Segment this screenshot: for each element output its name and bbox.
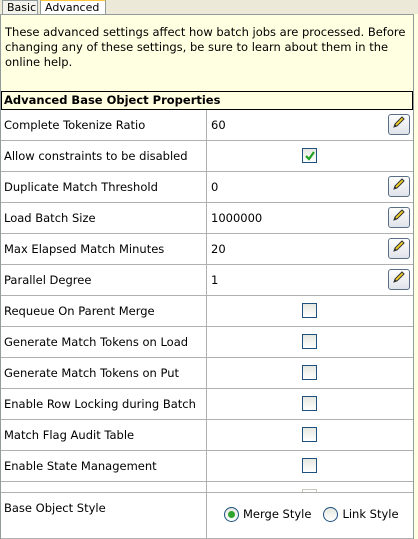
pencil-icon	[392, 110, 406, 140]
base-object-style-radio-group: Merge Style Link Style	[224, 505, 411, 523]
property-row: Generate Match Tokens on Load	[1, 327, 413, 358]
help-text: These advanced settings affect how batch…	[5, 25, 406, 69]
property-value-cell	[207, 141, 413, 171]
link-style-label: Link Style	[342, 507, 399, 521]
property-row: Generate Match Tokens on Put	[1, 358, 413, 389]
property-row: Load Batch Size 1000000	[1, 203, 413, 234]
pencil-icon	[392, 203, 406, 233]
property-label: Complete Tokenize Ratio	[1, 110, 207, 140]
property-row: Match Flag Audit Table	[1, 420, 413, 451]
property-value: 0	[211, 180, 219, 194]
property-value-cell	[207, 420, 413, 450]
property-value: 1	[211, 273, 219, 287]
property-value-cell: 60	[207, 110, 413, 140]
allow-constraints-checkbox[interactable]	[302, 148, 317, 163]
property-label: Generate Match Tokens on Load	[1, 327, 207, 357]
property-label: Generate Match Tokens on Put	[1, 358, 207, 388]
property-label: Parallel Degree	[1, 265, 207, 295]
edit-button[interactable]	[388, 207, 410, 228]
advanced-panel: These advanced settings affect how batch…	[0, 14, 414, 539]
property-row: Enable State Management	[1, 451, 413, 482]
property-row: Parallel Degree 1	[1, 265, 413, 296]
property-label: Enable Row Locking during Batch	[1, 389, 207, 419]
property-row: Allow constraints to be disabled	[1, 141, 413, 172]
edit-button[interactable]	[388, 114, 410, 135]
tab-basic[interactable]: Basic	[2, 0, 38, 14]
property-label: Duplicate Match Threshold	[1, 172, 207, 202]
property-value-cell	[207, 296, 413, 326]
enable-state-management-checkbox[interactable]	[302, 458, 317, 473]
edit-button[interactable]	[388, 269, 410, 290]
tab-advanced[interactable]: Advanced	[40, 0, 106, 15]
property-row: Enable Row Locking during Batch	[1, 389, 413, 420]
property-value-cell	[207, 451, 413, 481]
generate-match-tokens-load-checkbox[interactable]	[302, 334, 317, 349]
section-header: Advanced Base Object Properties	[1, 91, 413, 110]
property-value-cell: 20	[207, 234, 413, 264]
base-object-style-value: Merge Style Link Style	[207, 493, 413, 538]
property-value: 20	[211, 242, 226, 256]
tab-bar: Basic Advanced	[0, 0, 418, 15]
property-value: 1000000	[211, 211, 263, 225]
property-label: Max Elapsed Match Minutes	[1, 234, 207, 264]
base-object-style-label: Base Object Style	[1, 493, 207, 538]
property-value-cell: 1000000	[207, 203, 413, 233]
enable-row-locking-checkbox[interactable]	[302, 396, 317, 411]
property-row: Requeue On Parent Merge	[1, 296, 413, 327]
edit-button[interactable]	[388, 176, 410, 197]
property-value-cell: 0	[207, 172, 413, 202]
property-label: Allow constraints to be disabled	[1, 141, 207, 171]
generate-match-tokens-put-checkbox[interactable]	[302, 365, 317, 380]
property-value-cell: 1	[207, 265, 413, 295]
property-row: Max Elapsed Match Minutes 20	[1, 234, 413, 265]
match-flag-audit-table-checkbox[interactable]	[302, 427, 317, 442]
merge-style-label: Merge Style	[243, 507, 312, 521]
requeue-on-parent-merge-checkbox[interactable]	[302, 303, 317, 318]
property-value: 60	[211, 118, 226, 132]
edit-button[interactable]	[388, 238, 410, 259]
base-object-style-row: Base Object Style Merge Style Link Style	[1, 492, 413, 538]
property-label: Match Flag Audit Table	[1, 420, 207, 450]
property-value-cell	[207, 327, 413, 357]
property-label: Load Batch Size	[1, 203, 207, 233]
merge-style-radio[interactable]	[224, 506, 239, 522]
pencil-icon	[392, 265, 406, 295]
property-value-cell	[207, 358, 413, 388]
property-value-cell	[207, 389, 413, 419]
link-style-radio[interactable]	[323, 506, 339, 522]
pencil-icon	[392, 172, 406, 202]
property-row: Complete Tokenize Ratio 60	[1, 110, 413, 141]
property-row: Duplicate Match Threshold 0	[1, 172, 413, 203]
property-label: Enable State Management	[1, 451, 207, 481]
property-label: Requeue On Parent Merge	[1, 296, 207, 326]
pencil-icon	[392, 234, 406, 264]
